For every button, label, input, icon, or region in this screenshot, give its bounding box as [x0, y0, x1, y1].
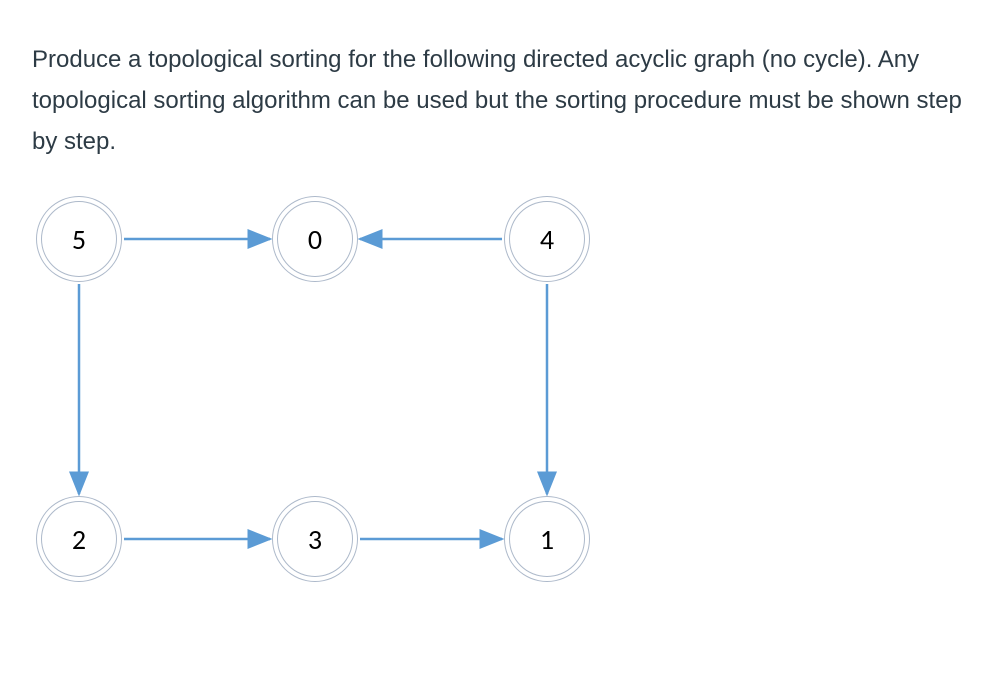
graph-node-1: 1	[510, 502, 584, 576]
graph-node-5: 5	[42, 202, 116, 276]
graph-node-2: 2	[42, 502, 116, 576]
graph-node-3: 3	[278, 502, 352, 576]
graph-node-0: 0	[278, 202, 352, 276]
question-text: Produce a topological sorting for the fo…	[32, 40, 962, 162]
graph-diagram: 5 0 4 2 3 1	[32, 192, 652, 612]
graph-node-4: 4	[510, 202, 584, 276]
